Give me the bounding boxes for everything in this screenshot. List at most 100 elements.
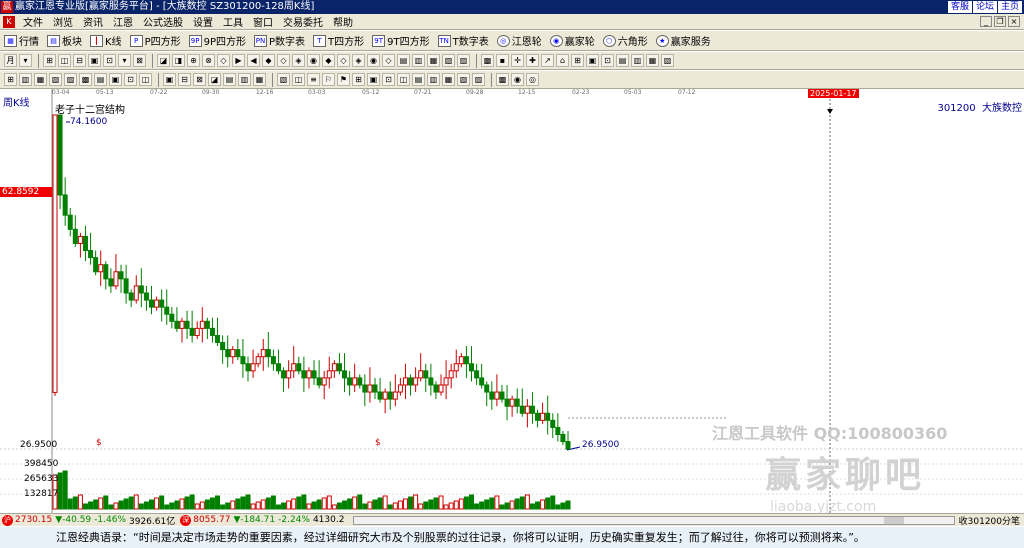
drawing-tool-icon[interactable]: ◈ bbox=[292, 54, 305, 67]
indicator-tool-icon[interactable]: ▣ bbox=[163, 73, 176, 86]
drawing-tool-icon[interactable]: ⌂ bbox=[556, 54, 569, 67]
indicator-tool-icon[interactable]: ▥ bbox=[238, 73, 251, 86]
indicator-tool-icon[interactable]: ▦ bbox=[34, 73, 47, 86]
menu-info[interactable]: 资讯 bbox=[78, 14, 108, 29]
toolbar-sectors-button[interactable]: ▤ 板块 bbox=[47, 33, 82, 48]
indicator-tool-icon[interactable]: ⊞ bbox=[352, 73, 365, 86]
drawing-tool-icon[interactable]: ◈ bbox=[352, 54, 365, 67]
indicator-tool-icon[interactable]: ◪ bbox=[208, 73, 221, 86]
drawing-tool-icon[interactable]: ▾ bbox=[118, 54, 131, 67]
indicator-tool-icon[interactable]: ▥ bbox=[427, 73, 440, 86]
indicator-tool-icon[interactable]: ▥ bbox=[19, 73, 32, 86]
drawing-tool-icon[interactable]: ▥ bbox=[631, 54, 644, 67]
horizontal-scrollbar[interactable] bbox=[353, 515, 955, 525]
indicator-tool-icon[interactable]: ▣ bbox=[367, 73, 380, 86]
drawing-tool-icon[interactable]: ▣ bbox=[88, 54, 101, 67]
drawing-tool-icon[interactable]: ◫ bbox=[58, 54, 71, 67]
indicator-tool-icon[interactable]: ▤ bbox=[94, 73, 107, 86]
menu-gann[interactable]: 江恩 bbox=[108, 14, 138, 29]
drawing-tool-icon[interactable]: ◇ bbox=[277, 54, 290, 67]
indicator-tool-icon[interactable]: ◎ bbox=[526, 73, 539, 86]
drawing-tool-icon[interactable]: ▥ bbox=[412, 54, 425, 67]
indicator-tool-icon[interactable]: ⊟ bbox=[178, 73, 191, 86]
drawing-tool-icon[interactable]: ▾ bbox=[19, 54, 32, 67]
toolbar-t-table-button[interactable]: TN T数字表 bbox=[437, 33, 489, 48]
toolbar-9t-square-button[interactable]: 9T 9T四方形 bbox=[372, 33, 430, 48]
indicator-tool-icon[interactable]: ▨ bbox=[64, 73, 77, 86]
indicator-tool-icon[interactable]: ⚐ bbox=[322, 73, 335, 86]
drawing-tool-icon[interactable]: ⊡ bbox=[103, 54, 116, 67]
drawing-tool-icon[interactable]: ▩ bbox=[481, 54, 494, 67]
drawing-tool-icon[interactable]: ◪ bbox=[157, 54, 170, 67]
drawing-tool-icon[interactable]: ▣ bbox=[586, 54, 599, 67]
drawing-tool-icon[interactable]: ◇ bbox=[337, 54, 350, 67]
indicator-tool-icon[interactable]: ◉ bbox=[511, 73, 524, 86]
menu-browse[interactable]: 浏览 bbox=[48, 14, 78, 29]
drawing-tool-icon[interactable]: ✚ bbox=[526, 54, 539, 67]
drawing-tool-icon[interactable]: ⊟ bbox=[73, 54, 86, 67]
restore-icon[interactable]: ❐ bbox=[994, 16, 1006, 27]
indicator-tool-icon[interactable]: ▤ bbox=[223, 73, 236, 86]
chart-area[interactable]: $ $ 03-04 05-13 07-22 09-30 12-16 03-03 05-12 07… bbox=[0, 89, 1024, 515]
market-icon[interactable]: 沪 bbox=[2, 514, 13, 526]
indicator-tool-icon[interactable]: ▦ bbox=[253, 73, 266, 86]
drawing-tool-icon[interactable]: ✛ bbox=[511, 54, 524, 67]
minimize-icon[interactable]: _ bbox=[980, 16, 992, 27]
indicator-tool-icon[interactable]: ▩ bbox=[79, 73, 92, 86]
chart-window-icon[interactable]: K bbox=[3, 15, 15, 28]
menu-trading[interactable]: 交易委托 bbox=[278, 14, 328, 29]
indicator-tool-icon[interactable]: ▦ bbox=[442, 73, 455, 86]
indicator-tool-icon[interactable]: ◫ bbox=[139, 73, 152, 86]
drawing-tool-icon[interactable]: ⊕ bbox=[187, 54, 200, 67]
indicator-tool-icon[interactable]: ▧ bbox=[49, 73, 62, 86]
indicator-tool-icon[interactable]: ▧ bbox=[457, 73, 470, 86]
menu-formula[interactable]: 公式选股 bbox=[138, 14, 188, 29]
indicator-tool-icon[interactable]: ▣ bbox=[109, 73, 122, 86]
drawing-tool-icon[interactable]: ◆ bbox=[322, 54, 335, 67]
drawing-tool-icon[interactable]: ⊠ bbox=[133, 54, 146, 67]
homepage-link[interactable]: 主页 bbox=[997, 1, 1022, 13]
drawing-tool-icon[interactable]: ▤ bbox=[397, 54, 410, 67]
indicator-tool-icon[interactable]: ▤ bbox=[412, 73, 425, 86]
indicator-tool-icon[interactable]: ≡ bbox=[307, 73, 320, 86]
tick-data-label[interactable]: 收301200分笔 bbox=[959, 514, 1020, 527]
toolbar-p-table-button[interactable]: PN P数字表 bbox=[254, 33, 305, 48]
indicator-tool-icon[interactable]: ▨ bbox=[472, 73, 485, 86]
drawing-tool-icon[interactable]: ▧ bbox=[661, 54, 674, 67]
drawing-tool-icon[interactable]: 月 bbox=[4, 54, 17, 67]
drawing-tool-icon[interactable]: ◉ bbox=[307, 54, 320, 67]
drawing-tool-icon[interactable]: ⊗ bbox=[202, 54, 215, 67]
toolbar-p-square-button[interactable]: P P四方形 bbox=[129, 33, 181, 48]
drawing-tool-icon[interactable]: ⊞ bbox=[43, 54, 56, 67]
indicator-tool-icon[interactable]: ⊡ bbox=[124, 73, 137, 86]
indicator-tool-icon[interactable]: ⚑ bbox=[337, 73, 350, 86]
customer-service-link[interactable]: 客服 bbox=[947, 1, 972, 13]
toolbar-t-square-button[interactable]: T T四方形 bbox=[313, 33, 364, 48]
indicator-tool-icon[interactable]: ▩ bbox=[496, 73, 509, 86]
toolbar-winner-wheel-button[interactable]: ◉ 赢家轮 bbox=[549, 33, 595, 48]
toolbar-kline-button[interactable]: ┃ K线 bbox=[90, 33, 122, 48]
indicator-tool-icon[interactable]: ⊠ bbox=[193, 73, 206, 86]
menu-settings[interactable]: 设置 bbox=[188, 14, 218, 29]
market-icon-2[interactable]: 深 bbox=[180, 514, 192, 526]
drawing-tool-icon[interactable]: ◨ bbox=[172, 54, 185, 67]
drawing-tool-icon[interactable]: ⊞ bbox=[571, 54, 584, 67]
indicator-tool-icon[interactable]: ◫ bbox=[397, 73, 410, 86]
indicator-tool-icon[interactable]: ⊞ bbox=[4, 73, 17, 86]
menu-tools[interactable]: 工具 bbox=[218, 14, 248, 29]
menu-help[interactable]: 帮助 bbox=[328, 14, 358, 29]
drawing-tool-icon[interactable]: ▧ bbox=[442, 54, 455, 67]
menu-window[interactable]: 窗口 bbox=[248, 14, 278, 29]
drawing-tool-icon[interactable]: ▦ bbox=[646, 54, 659, 67]
drawing-tool-icon[interactable]: ▤ bbox=[616, 54, 629, 67]
close-icon[interactable]: × bbox=[1008, 16, 1020, 27]
drawing-tool-icon[interactable]: ▦ bbox=[427, 54, 440, 67]
indicator-tool-icon[interactable]: ⊡ bbox=[382, 73, 395, 86]
forum-link[interactable]: 论坛 bbox=[972, 1, 997, 13]
menu-file[interactable]: 文件 bbox=[18, 14, 48, 29]
drawing-tool-icon[interactable]: ⊡ bbox=[601, 54, 614, 67]
drawing-tool-icon[interactable]: ◆ bbox=[262, 54, 275, 67]
drawing-tool-icon[interactable]: ↗ bbox=[541, 54, 554, 67]
indicator-tool-icon[interactable]: ▧ bbox=[277, 73, 290, 86]
toolbar-gann-wheel-button[interactable]: ◎ 江恩轮 bbox=[496, 33, 542, 48]
